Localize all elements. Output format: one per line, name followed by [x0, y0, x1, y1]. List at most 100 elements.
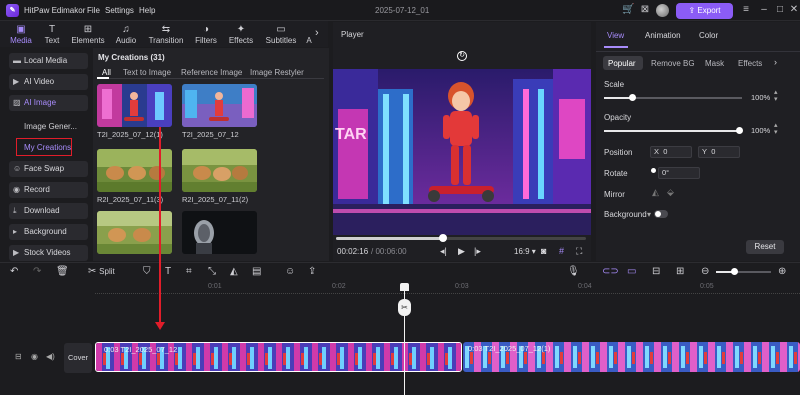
export-frame-icon[interactable]: ⇪ [308, 266, 316, 278]
creation-thumbnail[interactable] [182, 84, 257, 127]
close-icon[interactable]: ✕ [788, 4, 800, 16]
zoom-in-icon[interactable]: ⊕ [778, 266, 786, 278]
mirror-icon[interactable]: ◭ [230, 266, 238, 278]
next-frame-icon[interactable]: |▸ [474, 246, 481, 257]
snap-icon[interactable]: ⊟ [652, 266, 660, 278]
menu-file[interactable]: File [87, 6, 100, 15]
subtab-popular[interactable]: Popular [608, 59, 636, 68]
scale-stepper-icon[interactable]: ▴ ▾ [774, 89, 778, 103]
menu-settings[interactable]: Settings [105, 6, 134, 15]
mirror-horizontal-icon[interactable]: ◭ [652, 187, 659, 198]
background-toggle[interactable] [654, 210, 668, 218]
subtab-mask[interactable]: Mask [705, 59, 724, 68]
position-x-field[interactable]: X 0 [650, 146, 692, 158]
scale-slider-knob[interactable] [629, 94, 636, 101]
video-preview[interactable]: TAR [333, 69, 591, 235]
tab-filters[interactable]: ◑ Filters [191, 21, 221, 47]
crop-icon[interactable]: ⌗ [186, 266, 192, 278]
resize-icon[interactable]: ⤡ [208, 266, 216, 278]
split-button[interactable]: ✂ Split [88, 266, 115, 278]
opacity-slider-knob[interactable] [736, 127, 743, 134]
menu-help[interactable]: Help [139, 6, 155, 15]
creation-thumbnail[interactable] [97, 149, 172, 192]
export-button[interactable]: ⇪ Export [676, 3, 733, 19]
chevron-right-icon[interactable]: › [315, 27, 319, 39]
tab-text[interactable]: T Text [40, 21, 64, 47]
rotate-handle-icon[interactable]: ↻ [457, 51, 467, 61]
snapshot-icon[interactable]: ◙ [541, 246, 546, 256]
cart-icon[interactable]: 🛒 [622, 4, 634, 16]
tab-subtitles[interactable]: ▭ Subtitles [262, 21, 300, 47]
track-lock-icon[interactable]: ⊟ [15, 352, 22, 361]
zoom-out-icon[interactable]: ⊖ [701, 266, 709, 278]
zoom-slider-knob[interactable] [731, 268, 738, 275]
opacity-value[interactable]: 100% [751, 126, 770, 135]
sidebar-item-background[interactable]: ▸ Background [9, 224, 88, 240]
tab-media[interactable]: ▣ Media [6, 21, 36, 47]
aspect-ratio-select[interactable]: 16:9 ▾ [514, 247, 536, 256]
minimize-icon[interactable]: – [758, 4, 770, 16]
rotate-field[interactable]: 0° [658, 167, 700, 179]
opacity-stepper-icon[interactable]: ▴ ▾ [774, 122, 778, 136]
gift-icon[interactable]: ⊠ [639, 4, 651, 16]
subtab-effects[interactable]: Effects [738, 59, 762, 68]
filter-text-to-image[interactable]: Text to Image [123, 68, 171, 77]
fit-icon[interactable]: ⊞ [676, 266, 684, 278]
undo-icon[interactable]: ↶ [10, 266, 18, 278]
filter-reference-image[interactable]: Reference Image [181, 68, 242, 77]
track-audio-icon[interactable]: ◀) [46, 352, 55, 361]
face-icon[interactable]: ☺ [285, 266, 295, 278]
creation-thumbnail[interactable] [182, 149, 257, 192]
redo-icon[interactable]: ↷ [33, 266, 41, 278]
playback-knob[interactable] [439, 234, 447, 242]
link-icon[interactable]: ⊂⊃ [602, 266, 619, 278]
cover-button[interactable]: Cover [64, 343, 92, 373]
shield-icon[interactable]: ⛉ [143, 266, 151, 278]
sidebar-item-local-media[interactable]: ▬ Local Media [9, 53, 88, 69]
creation-thumbnail[interactable] [182, 211, 257, 254]
maximize-icon[interactable]: □ [774, 4, 786, 16]
playhead-handle[interactable] [400, 283, 409, 291]
timeline-clip[interactable]: 0:03 T2I_2025_07_12 [95, 342, 462, 372]
tab-audio[interactable]: ♫ Audio [112, 21, 140, 47]
stack-icon[interactable]: ▤ [252, 266, 261, 278]
sidebar-item-download[interactable]: ⤓ Download [9, 203, 88, 219]
filter-all[interactable]: All [102, 68, 111, 77]
avatar[interactable] [656, 4, 669, 17]
track-visibility-icon[interactable]: ◉ [31, 352, 38, 361]
tab-animation[interactable]: Animation [645, 31, 681, 40]
background-expand-icon[interactable]: ▾ [647, 210, 651, 219]
magnet-icon[interactable]: ▭ [627, 266, 636, 278]
sidebar-item-face-swap[interactable]: ☺ Face Swap [9, 161, 88, 177]
position-y-field[interactable]: Y 0 [698, 146, 740, 158]
microphone-icon[interactable]: 🎙 [567, 266, 580, 278]
sidebar-item-ai-image[interactable]: ▨ AI Image [9, 95, 88, 111]
fullscreen-icon[interactable]: ⛶ [576, 246, 582, 257]
tab-effects[interactable]: ✦ Effects [225, 21, 257, 47]
creation-thumbnail[interactable] [97, 211, 172, 254]
tab-color[interactable]: Color [699, 31, 718, 40]
mirror-vertical-icon[interactable]: ⬙ [667, 187, 674, 198]
sidebar-item-ai-video[interactable]: ▶ AI Video [9, 74, 88, 90]
tab-view[interactable]: View [607, 31, 624, 40]
timeline-clip[interactable]: 0:03 T2I_2025_07_12(1) [463, 342, 800, 372]
reset-button[interactable]: Reset [746, 240, 784, 254]
play-icon[interactable]: ▶ [458, 246, 465, 257]
sidebar-sub-image-generator[interactable]: Image Gener... [24, 122, 77, 131]
tab-ai[interactable]: A [304, 21, 314, 47]
filter-image-restyler[interactable]: Image Restyler [250, 68, 304, 77]
chevron-right-icon[interactable]: › [774, 57, 777, 67]
delete-icon[interactable]: 🗑 [56, 266, 69, 278]
sidebar-item-record[interactable]: ◉ Record [9, 182, 88, 198]
menu-icon[interactable]: ≡ [740, 4, 752, 16]
scale-value[interactable]: 100% [751, 93, 770, 102]
split-marker-icon[interactable]: ✂ [398, 299, 411, 316]
tab-transition[interactable]: ⇆ Transition [146, 21, 186, 47]
subtab-remove-bg[interactable]: Remove BG [651, 59, 695, 68]
text-box-icon[interactable]: T [165, 266, 171, 278]
creation-thumbnail[interactable] [97, 84, 172, 127]
tab-elements[interactable]: ⊞ Elements [70, 21, 106, 47]
sidebar-item-stock-videos[interactable]: ▶ Stock Videos [9, 245, 88, 261]
prev-frame-icon[interactable]: ◂| [440, 246, 447, 257]
grid-icon[interactable]: # [559, 246, 564, 256]
